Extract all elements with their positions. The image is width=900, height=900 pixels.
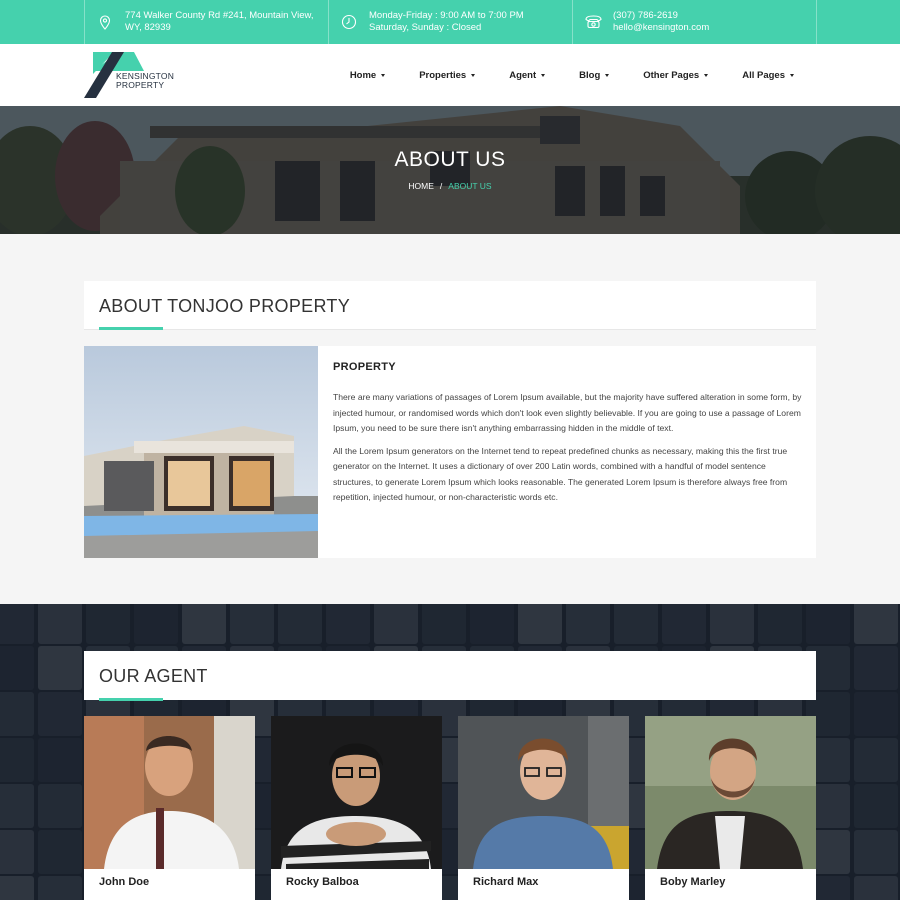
agent-photo [84, 716, 255, 869]
brand-name-line-2: PROPERTY [116, 80, 165, 90]
about-card: PROPERTY There are many variations of pa… [84, 346, 816, 558]
nav-item-agent[interactable]: Agent [509, 69, 546, 81]
breadcrumb-separator: / [439, 181, 443, 191]
hours-line-1: Monday-Friday : 9:00 AM to 7:00 PM [369, 10, 524, 21]
about-section-title: ABOUT TONJOO PROPERTY [99, 296, 351, 316]
clock-icon [329, 14, 369, 30]
nav-item-properties[interactable]: Properties [419, 69, 476, 81]
address-info: 774 Walker County Rd #241, Mountain View… [84, 0, 328, 44]
nav-item-label: Agent [509, 69, 537, 81]
caret-down-icon [541, 73, 546, 77]
breadcrumb: HOME / ABOUT US [0, 181, 900, 191]
agent-card[interactable]: Rocky Balboa [271, 716, 442, 900]
agent-photo [645, 716, 816, 869]
about-paragraph-1: There are many variations of passages of… [333, 392, 802, 433]
caret-down-icon [790, 73, 794, 77]
contact-info: (307) 786-2619 hello@kensington.com [572, 0, 817, 44]
hours-info: Monday-Friday : 9:00 AM to 7:00 PM Satur… [328, 0, 572, 44]
agent-name[interactable]: John Doe [99, 876, 149, 888]
agent-card[interactable]: Boby Marley [645, 716, 816, 900]
agent-photo [458, 716, 629, 869]
agent-name[interactable]: Richard Max [473, 876, 538, 888]
email-address[interactable]: hello@kensington.com [613, 22, 709, 34]
address-line-1: 774 Walker County Rd #241, Mountain View… [125, 10, 314, 21]
nav-item-label: Blog [579, 69, 601, 81]
top-info-bar: 774 Walker County Rd #241, Mountain View… [0, 0, 900, 44]
about-body: PROPERTY There are many variations of pa… [333, 361, 803, 513]
phone-icon [573, 15, 613, 29]
main-navbar: KENSINGTON PROPERTY Home Properties Agen… [0, 44, 900, 106]
phone-number[interactable]: (307) 786-2619 [613, 10, 709, 22]
nav-item-label: Home [349, 69, 377, 81]
nav-item-all-pages[interactable]: All Pages [742, 70, 794, 81]
breadcrumb-current: ABOUT US [448, 181, 492, 191]
property-image [84, 346, 318, 558]
title-underline [99, 327, 163, 330]
nav-menu: Home Properties Agent Blog Other Pages A… [316, 44, 794, 106]
about-heading: PROPERTY [333, 361, 396, 373]
nav-item-home[interactable]: Home [349, 69, 386, 81]
caret-down-icon [704, 73, 709, 77]
agent-card[interactable]: Richard Max [458, 716, 629, 900]
hours-line-2: Saturday, Sunday : Closed [369, 22, 482, 33]
brand-name[interactable]: KENSINGTON PROPERTY [116, 72, 174, 90]
nav-item-blog[interactable]: Blog [579, 69, 610, 81]
agent-card[interactable]: John Doe [84, 716, 255, 900]
agent-section-title: OUR AGENT [99, 666, 208, 686]
breadcrumb-home-link[interactable]: HOME [408, 181, 434, 191]
nav-item-other-pages[interactable]: Other Pages [643, 69, 709, 81]
nav-item-label: Properties [419, 69, 467, 81]
about-paragraph-2: All the Lorem Ipsum generators on the In… [333, 445, 788, 503]
map-pin-icon [85, 14, 125, 30]
address-line-2: WY, 82939 [125, 22, 171, 33]
nav-item-label: Other Pages [643, 69, 700, 81]
agent-photo [271, 716, 442, 869]
agent-name[interactable]: Boby Marley [660, 876, 725, 888]
caret-down-icon [471, 73, 476, 77]
agent-name[interactable]: Rocky Balboa [286, 876, 359, 888]
caret-down-icon [381, 73, 386, 77]
caret-down-icon [605, 73, 610, 77]
title-underline [99, 698, 163, 701]
about-section-header: ABOUT TONJOO PROPERTY [84, 281, 816, 330]
agent-section-header: OUR AGENT [84, 651, 816, 701]
nav-item-label: All Pages [742, 69, 785, 81]
page-title: ABOUT US [394, 148, 506, 171]
